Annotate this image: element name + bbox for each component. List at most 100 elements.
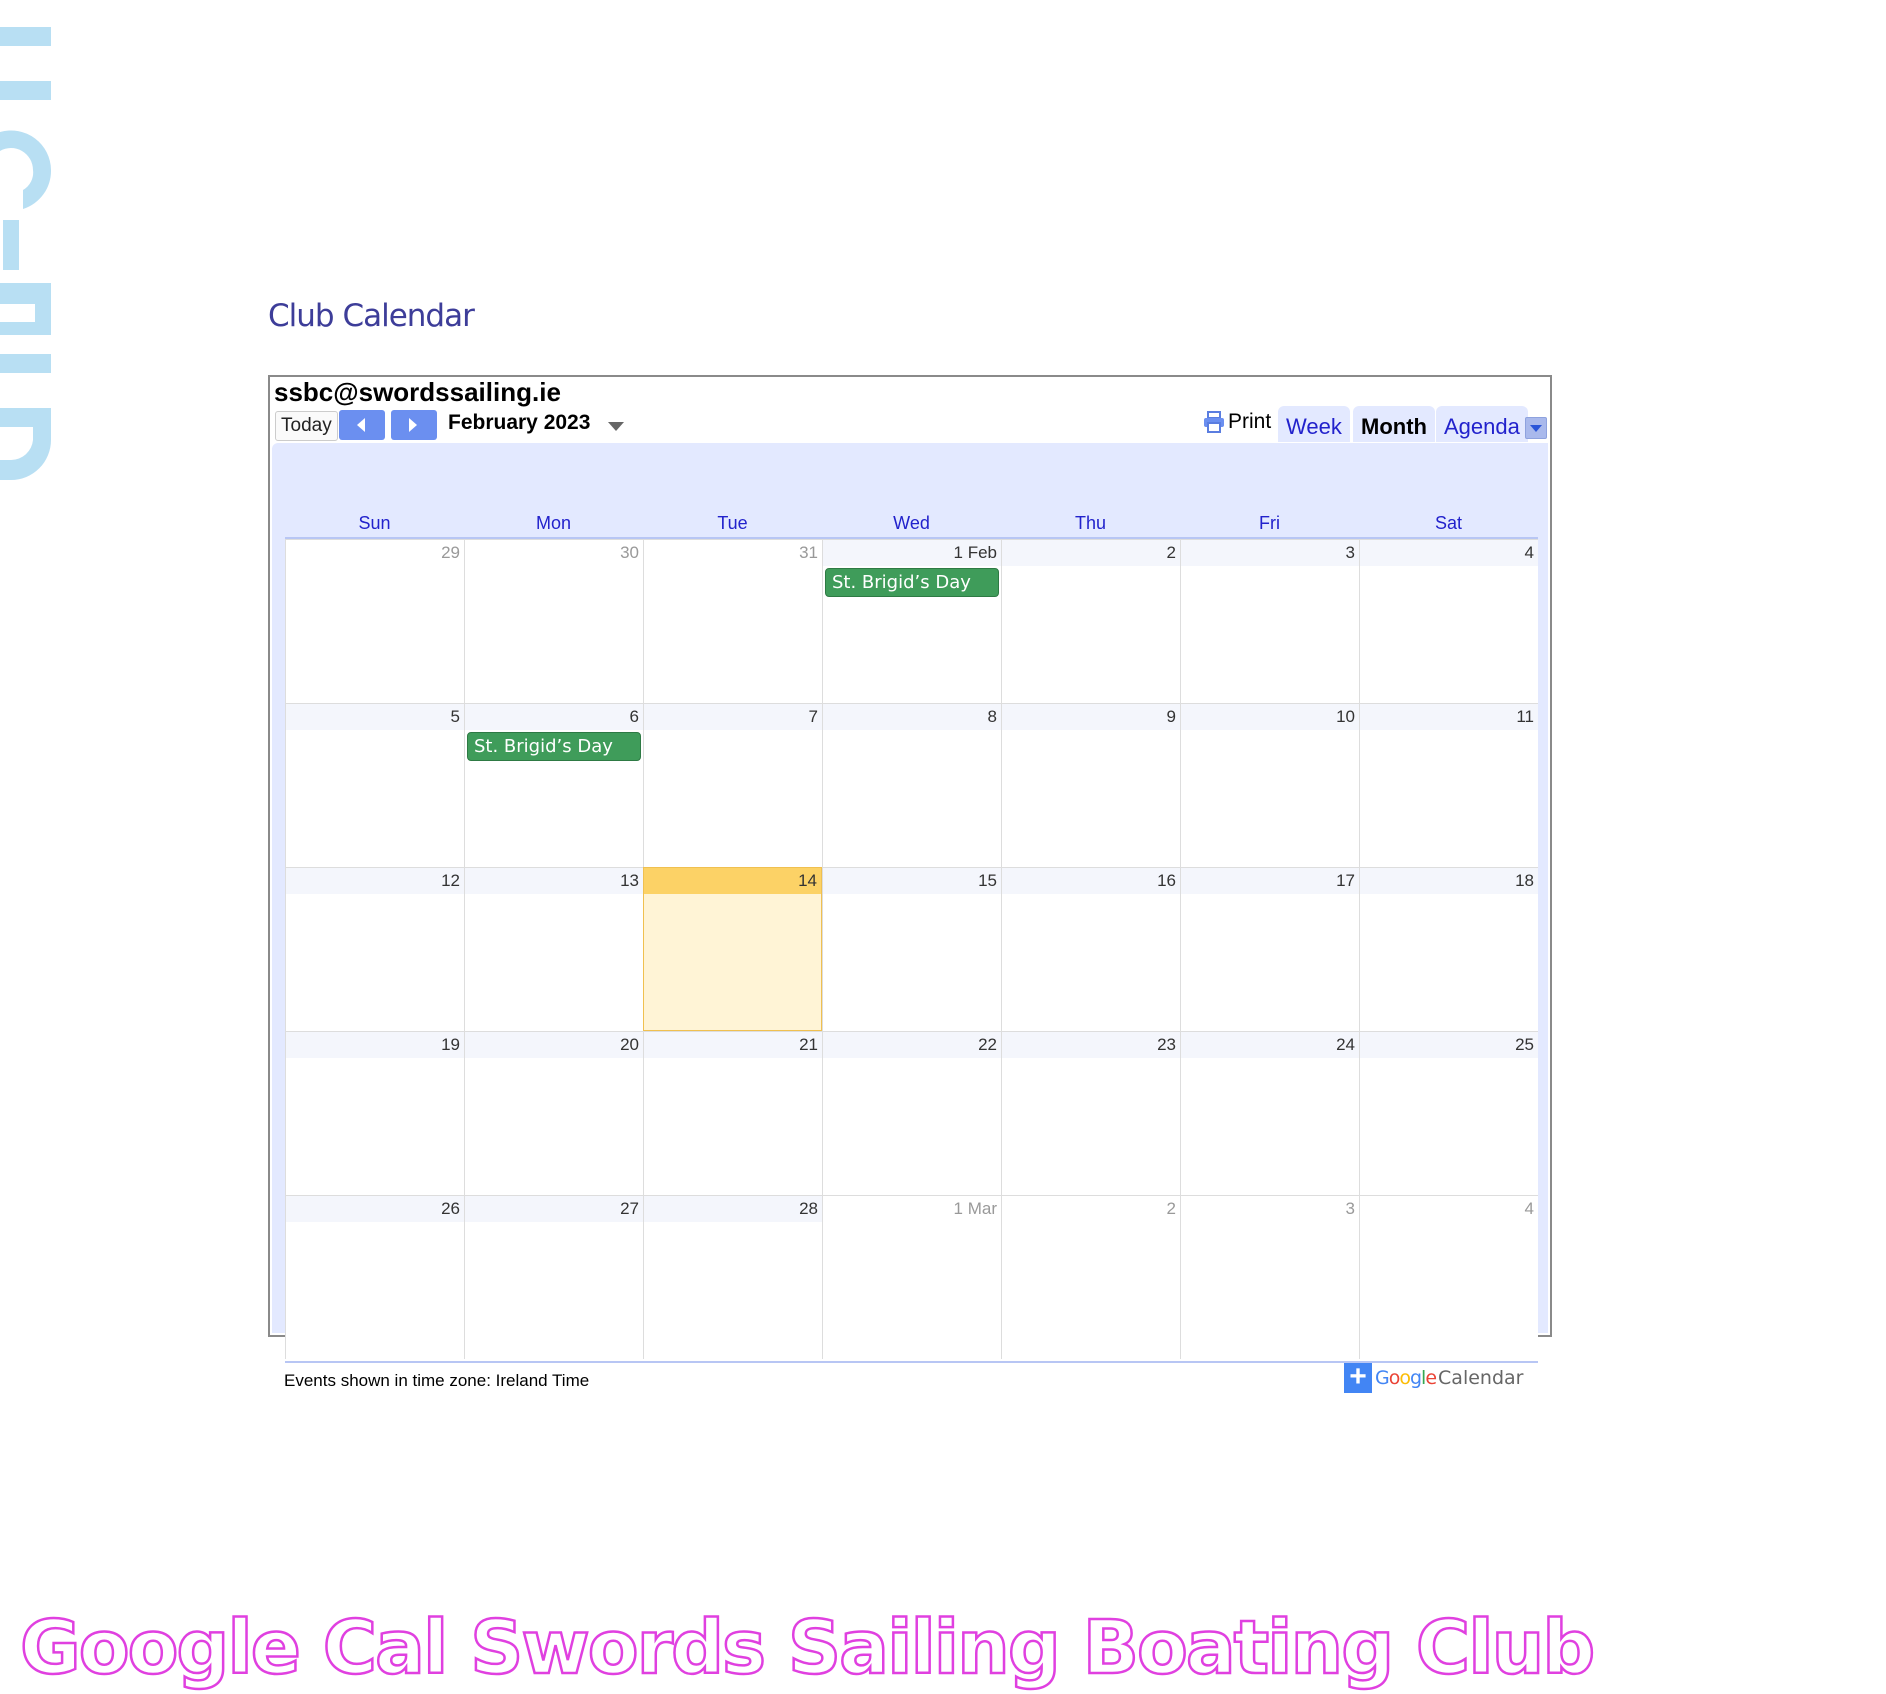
day-number[interactable]: 30: [620, 543, 639, 563]
current-month-label: February 2023: [448, 411, 591, 434]
day-number[interactable]: 1 Mar: [954, 1199, 997, 1219]
day-number[interactable]: 2: [1167, 1199, 1176, 1219]
day-cell[interactable]: 16: [1001, 867, 1180, 1031]
day-number[interactable]: 24: [1336, 1035, 1355, 1055]
day-number[interactable]: 28: [799, 1199, 818, 1219]
today-button[interactable]: Today: [275, 411, 338, 441]
previous-month-button[interactable]: [339, 410, 385, 440]
day-cell[interactable]: 21: [643, 1031, 822, 1195]
view-options-dropdown[interactable]: [1525, 417, 1547, 439]
day-number[interactable]: 4: [1525, 1199, 1534, 1219]
day-number[interactable]: 16: [1157, 871, 1176, 891]
day-number[interactable]: 19: [441, 1035, 460, 1055]
day-number[interactable]: 17: [1336, 871, 1355, 891]
google-calendar-embed: ssbc@swordssailing.ie Today February 202…: [268, 375, 1552, 1393]
day-cell[interactable]: 27: [464, 1195, 643, 1359]
weekday-header: Thu: [1074, 513, 1107, 533]
calendar-account-title: ssbc@swordssailing.ie: [274, 377, 561, 407]
day-cell[interactable]: 5: [285, 703, 464, 867]
print-button[interactable]: Print: [1202, 410, 1271, 434]
tab-month[interactable]: Month: [1353, 406, 1435, 442]
day-cell[interactable]: 17: [1180, 867, 1359, 1031]
day-cell[interactable]: 28: [643, 1195, 822, 1359]
day-cell[interactable]: 3: [1180, 539, 1359, 703]
day-number[interactable]: 21: [799, 1035, 818, 1055]
day-cell[interactable]: 10: [1180, 703, 1359, 867]
day-header-band: [1002, 1196, 1180, 1222]
day-cell[interactable]: 3: [1180, 1195, 1359, 1359]
day-number[interactable]: 12: [441, 871, 460, 891]
calendar-wordmark: Calendar: [1438, 1367, 1524, 1389]
day-header-band: [465, 704, 643, 730]
day-number[interactable]: 15: [978, 871, 997, 891]
next-month-button[interactable]: [391, 410, 437, 440]
day-number[interactable]: 3: [1346, 543, 1355, 563]
day-cell[interactable]: 22: [822, 1031, 1001, 1195]
day-number[interactable]: 2: [1167, 543, 1176, 563]
day-cell[interactable]: 1 Mar: [822, 1195, 1001, 1359]
day-number[interactable]: 3: [1346, 1199, 1355, 1219]
day-cell[interactable]: 20: [464, 1031, 643, 1195]
decorative-vertical-lettering: [0, 27, 52, 480]
day-header-band: [1002, 1032, 1180, 1058]
day-number[interactable]: 10: [1336, 707, 1355, 727]
event-chip[interactable]: St. Brigid’s Day: [467, 732, 641, 761]
day-number[interactable]: 29: [441, 543, 460, 563]
day-number[interactable]: 4: [1525, 543, 1534, 563]
day-number[interactable]: 14: [798, 871, 817, 891]
day-cell[interactable]: 19: [285, 1031, 464, 1195]
day-number[interactable]: 27: [620, 1199, 639, 1219]
day-cell[interactable]: 24: [1180, 1031, 1359, 1195]
tab-week[interactable]: Week: [1278, 406, 1350, 442]
day-number[interactable]: 5: [451, 707, 460, 727]
add-to-google-calendar-button[interactable]: + Google Calendar: [1344, 1362, 1528, 1393]
day-cell[interactable]: 31: [643, 539, 822, 703]
month-picker-dropdown-icon[interactable]: [608, 422, 624, 431]
day-cell[interactable]: 30: [464, 539, 643, 703]
day-cell[interactable]: 11: [1359, 703, 1538, 867]
day-number[interactable]: 7: [809, 707, 818, 727]
day-number[interactable]: 25: [1515, 1035, 1534, 1055]
day-cell[interactable]: 2: [1001, 1195, 1180, 1359]
day-cell[interactable]: 15: [822, 867, 1001, 1031]
day-cell[interactable]: 25: [1359, 1031, 1538, 1195]
day-cell[interactable]: 7: [643, 703, 822, 867]
day-cell[interactable]: 26: [285, 1195, 464, 1359]
day-number[interactable]: 13: [620, 871, 639, 891]
day-header-band: [644, 1032, 822, 1058]
day-cell[interactable]: 29: [285, 539, 464, 703]
day-number[interactable]: 22: [978, 1035, 997, 1055]
day-number[interactable]: 31: [799, 543, 818, 563]
day-number[interactable]: 23: [1157, 1035, 1176, 1055]
tab-agenda[interactable]: Agenda: [1436, 406, 1528, 442]
day-header-band: [1360, 1196, 1538, 1222]
day-header-band: [644, 1196, 822, 1222]
day-number[interactable]: 26: [441, 1199, 460, 1219]
day-cell[interactable]: 4: [1359, 539, 1538, 703]
print-label: Print: [1228, 410, 1272, 433]
day-number[interactable]: 8: [988, 707, 997, 727]
day-number[interactable]: 11: [1516, 707, 1534, 727]
day-cell[interactable]: 12: [285, 867, 464, 1031]
day-cell[interactable]: 4: [1359, 1195, 1538, 1359]
day-header-band: [286, 1032, 464, 1058]
day-cell[interactable]: 13: [464, 867, 643, 1031]
day-cell-today[interactable]: 14: [643, 867, 822, 1031]
day-cell[interactable]: 2: [1001, 539, 1180, 703]
day-number[interactable]: 1 Feb: [954, 543, 997, 563]
day-header-band: [465, 540, 643, 566]
day-number[interactable]: 18: [1515, 871, 1534, 891]
day-cell[interactable]: 9: [1001, 703, 1180, 867]
day-cell[interactable]: 18: [1359, 867, 1538, 1031]
day-cell[interactable]: 1 Feb St. Brigid’s Day: [822, 539, 1001, 703]
day-cell[interactable]: 23: [1001, 1031, 1180, 1195]
day-number[interactable]: 20: [620, 1035, 639, 1055]
day-cell[interactable]: 8: [822, 703, 1001, 867]
day-number[interactable]: 9: [1167, 707, 1176, 727]
event-chip[interactable]: St. Brigid’s Day: [825, 568, 999, 597]
day-header-band: [1002, 868, 1180, 894]
day-header-band: [286, 540, 464, 566]
day-cell[interactable]: 6 St. Brigid’s Day: [464, 703, 643, 867]
day-number[interactable]: 6: [630, 707, 639, 727]
day-header-band: [644, 704, 822, 730]
